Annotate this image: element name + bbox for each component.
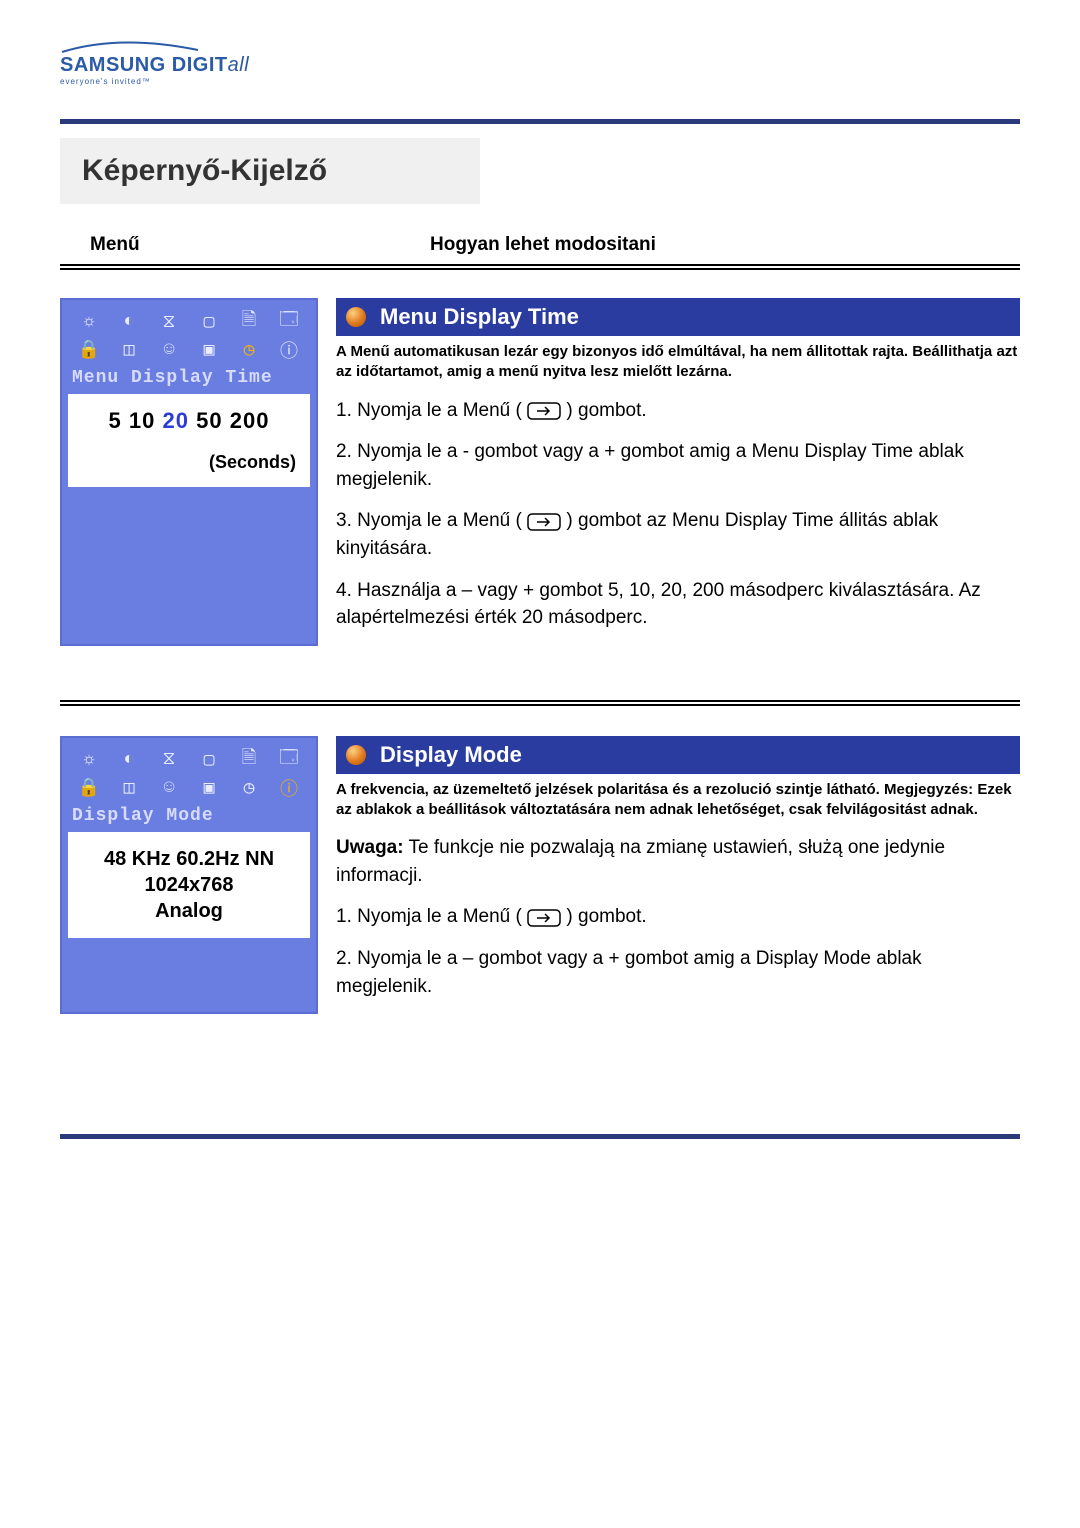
brightness-icon: ☼ xyxy=(70,310,108,334)
menu-button-icon xyxy=(527,508,561,536)
header-rule xyxy=(60,264,1020,270)
step1: 1. Nyomja le a Menű ( ) gombot. xyxy=(336,397,1020,425)
window-icon: ▣ xyxy=(190,338,228,362)
section1-desc: A Menű automatikusan lezár egy bizonyos … xyxy=(336,342,1020,383)
osd-val-0: 5 xyxy=(109,408,122,433)
lock-icon: 🗎 xyxy=(230,310,268,334)
section2-title-bar: Display Mode xyxy=(336,736,1020,774)
step1a: 1. Nyomja le a Menű ( xyxy=(336,400,527,421)
page-title: Képernyő-Kijelző xyxy=(82,154,458,188)
brand-logo: SAMSUNG DIGITall everyone's invited™ xyxy=(60,40,249,86)
section1-steps: 1. Nyomja le a Menű ( ) gombot. 2. Nyomj… xyxy=(336,397,1020,632)
bullet-icon xyxy=(346,745,366,765)
menu-button-icon xyxy=(527,904,561,932)
note-text: Te funkcje nie pozwalają na zmianę ustaw… xyxy=(336,837,945,886)
person-lock-icon: 🔒 xyxy=(70,338,108,362)
hourglass-icon: ⧖ xyxy=(150,748,188,772)
s2-step1: 1. Nyomja le a Menű ( ) gombot. xyxy=(336,903,1020,931)
s2-step1b: ) gombot. xyxy=(566,906,646,927)
osd-body-time: 5 10 20 50 200 (Seconds) xyxy=(68,394,310,487)
osd-panel-mode: ☼ ◐ ⧖ ▢ 🗎 🗔 🔒 ◫ ☺ ▣ ◷ ⓘ Display Mode 48 … xyxy=(60,736,318,1014)
section-separator xyxy=(60,700,1020,706)
section2-title: Display Mode xyxy=(380,742,522,767)
section2-steps: Uwaga: Te funkcje nie pozwalają na zmian… xyxy=(336,834,1020,1000)
osd-icon-grid: ☼ ◐ ⧖ ▢ 🗎 🗔 🔒 ◫ ☺ ▣ ◷ ⓘ xyxy=(68,744,310,804)
clock-icon: ◷ xyxy=(230,776,268,800)
section1-text: Menu Display Time A Menű automatikusan l… xyxy=(336,298,1020,646)
osd-values: 5 10 20 50 200 xyxy=(76,408,302,434)
osd-label-time: Menu Display Time xyxy=(68,366,310,394)
step3: 3. Nyomja le a Menű ( ) gombot az Menu D… xyxy=(336,507,1020,562)
lock-icon: 🗎 xyxy=(230,748,268,772)
clock-icon: ◷ xyxy=(230,338,268,362)
hourglass-icon: ⧖ xyxy=(150,310,188,334)
section-display-mode: ☼ ◐ ⧖ ▢ 🗎 🗔 🔒 ◫ ☺ ▣ ◷ ⓘ Display Mode 48 … xyxy=(60,736,1020,1014)
dm-freq: 48 KHz 60.2Hz NN xyxy=(76,846,302,872)
osd-unit: (Seconds) xyxy=(76,452,302,473)
section-menu-display-time: ☼ ◐ ⧖ ▢ 🗎 🗔 🔒 ◫ ☺ ▣ ◷ ⓘ Menu Display Tim… xyxy=(60,298,1020,646)
dm-sig: Analog xyxy=(76,898,302,924)
color-icon: ◫ xyxy=(110,338,148,362)
contrast-icon: ◐ xyxy=(110,310,148,334)
menu-button-icon xyxy=(527,397,561,425)
top-rule xyxy=(60,119,1020,124)
contrast-icon: ◐ xyxy=(110,748,148,772)
section1-title: Menu Display Time xyxy=(380,304,579,329)
s2-step1a: 1. Nyomja le a Menű ( xyxy=(336,906,527,927)
col-header-howto: Hogyan lehet modositani xyxy=(350,234,1020,256)
color-icon: ◫ xyxy=(110,776,148,800)
osd-body-mode: 48 KHz 60.2Hz NN 1024x768 Analog xyxy=(68,832,310,938)
bullet-icon xyxy=(346,307,366,327)
window-icon: ▣ xyxy=(190,776,228,800)
osd-val-3: 50 xyxy=(196,408,222,433)
osd-val-1: 10 xyxy=(129,408,155,433)
page-title-block: Képernyő-Kijelző xyxy=(60,138,480,204)
brand-main: SAMSUNG DIGIT xyxy=(60,54,228,76)
smiley-icon: ☺ xyxy=(150,338,188,362)
dm-res: 1024x768 xyxy=(76,872,302,898)
note-label: Uwaga: xyxy=(336,837,404,858)
smiley-icon: ☺ xyxy=(150,776,188,800)
osd-label-mode: Display Mode xyxy=(68,804,310,832)
step1b: ) gombot. xyxy=(566,400,646,421)
osd-val-2: 20 xyxy=(163,408,189,433)
camera-icon: 🗔 xyxy=(270,310,308,334)
step2: 2. Nyomja le a - gombot vagy a + gombot … xyxy=(336,438,1020,493)
section1-title-bar: Menu Display Time xyxy=(336,298,1020,336)
logo-swoosh-icon xyxy=(60,40,249,54)
osd-val-4: 200 xyxy=(230,408,270,433)
osd-panel-time: ☼ ◐ ⧖ ▢ 🗎 🗔 🔒 ◫ ☺ ▣ ◷ ⓘ Menu Display Tim… xyxy=(60,298,318,646)
position-icon: ▢ xyxy=(190,748,228,772)
camera-icon: 🗔 xyxy=(270,748,308,772)
section2-desc: A frekvencia, az üzemeltető jelzések pol… xyxy=(336,780,1020,821)
bottom-rule xyxy=(60,1134,1020,1139)
info-icon: ⓘ xyxy=(270,338,308,362)
person-lock-icon: 🔒 xyxy=(70,776,108,800)
section2-note: Uwaga: Te funkcje nie pozwalają na zmian… xyxy=(336,834,1020,889)
logo-block: SAMSUNG DIGITall everyone's invited™ xyxy=(60,40,1020,89)
column-headers: Menű Hogyan lehet modositani xyxy=(60,234,1020,256)
section2-text: Display Mode A frekvencia, az üzemeltető… xyxy=(336,736,1020,1014)
step3a: 3. Nyomja le a Menű ( xyxy=(336,510,527,531)
step4: 4. Használja a – vagy + gombot 5, 10, 20… xyxy=(336,577,1020,632)
position-icon: ▢ xyxy=(190,310,228,334)
s2-step2: 2. Nyomja le a – gombot vagy a + gombot … xyxy=(336,945,1020,1000)
info-icon: ⓘ xyxy=(270,776,308,800)
brand-tagline: everyone's invited™ xyxy=(60,77,249,86)
brightness-icon: ☼ xyxy=(70,748,108,772)
osd-icon-grid: ☼ ◐ ⧖ ▢ 🗎 🗔 🔒 ◫ ☺ ▣ ◷ ⓘ xyxy=(68,306,310,366)
brand-tail: all xyxy=(228,54,250,76)
col-header-menu: Menű xyxy=(60,234,350,256)
